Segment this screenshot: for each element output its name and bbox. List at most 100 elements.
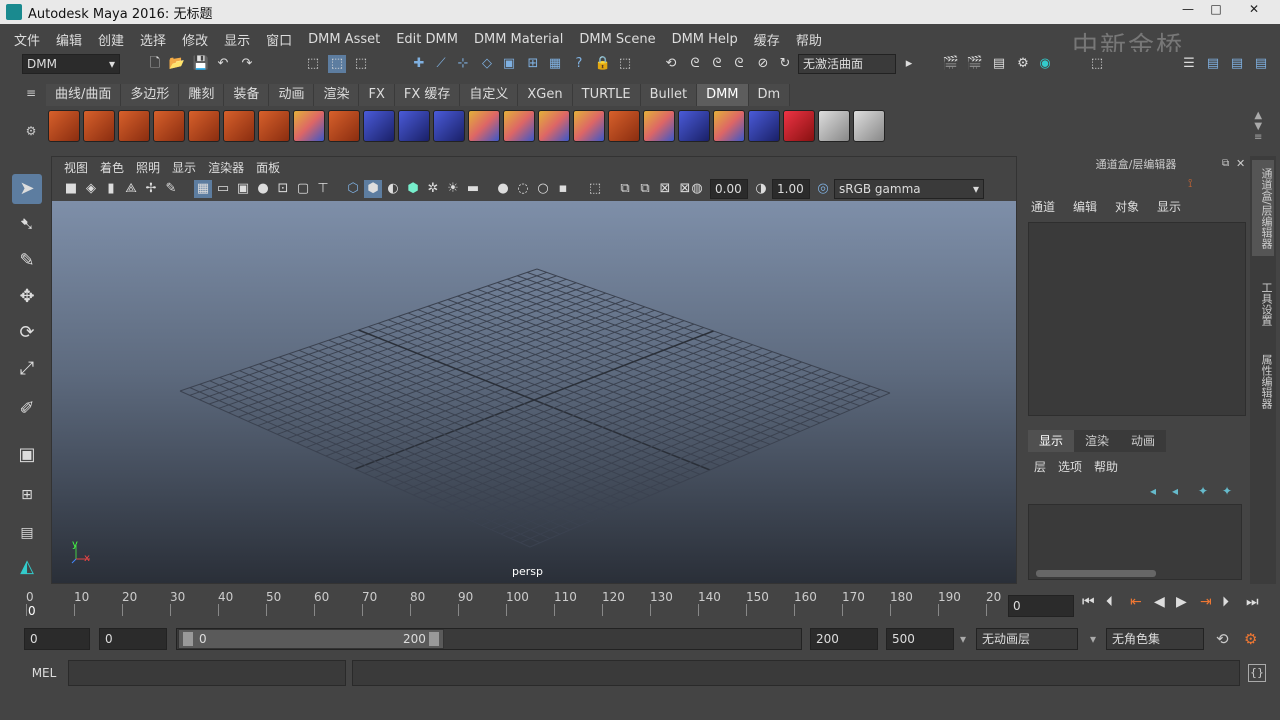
- dmm-shatter-icon[interactable]: [48, 110, 80, 142]
- tab-fx-cache[interactable]: FX 缓存: [394, 84, 461, 106]
- maximize-button[interactable]: □: [1202, 0, 1230, 20]
- tab-dm[interactable]: Dm: [748, 84, 791, 106]
- cb-menu-channels[interactable]: 通道: [1022, 198, 1064, 215]
- render-settings-icon[interactable]: ⚙: [1014, 55, 1032, 73]
- close-button[interactable]: ✕: [1234, 0, 1274, 20]
- viewport-scene[interactable]: y x persp: [52, 201, 1016, 583]
- mel-command-input[interactable]: [68, 660, 346, 686]
- gate-mask-icon[interactable]: ●: [254, 180, 272, 198]
- vp-menu-renderer[interactable]: 渲染器: [202, 159, 250, 176]
- dmm-gem-icon[interactable]: [223, 110, 255, 142]
- layer-menu-help[interactable]: 帮助: [1094, 458, 1124, 475]
- move-tool-icon[interactable]: ✥: [12, 282, 42, 312]
- cb-menu-object[interactable]: 对象: [1106, 198, 1148, 215]
- time-slider[interactable]: 0 10 20 30 40 50 60 70 80 90 100 110 120 130 140 150 160…: [22, 590, 1001, 620]
- tab-animation[interactable]: 动画: [269, 84, 315, 106]
- multisample-icon[interactable]: ⧉: [636, 180, 654, 198]
- playback-end-field[interactable]: 200: [810, 628, 878, 650]
- shelf-menu-icon[interactable]: ≡: [22, 86, 40, 106]
- lasso-plus-icon[interactable]: ᘓ: [708, 55, 726, 73]
- channel-box-area[interactable]: [1028, 222, 1246, 416]
- snap-grid-icon[interactable]: ✚: [410, 55, 428, 73]
- layer-list[interactable]: [1028, 504, 1242, 580]
- dmm-explode-icon[interactable]: [713, 110, 745, 142]
- dmm-ibeam-icon[interactable]: [258, 110, 290, 142]
- xray-icon[interactable]: ◌: [514, 180, 532, 198]
- lock-icon[interactable]: 🔒: [594, 55, 612, 73]
- dmm-diamond-icon[interactable]: [188, 110, 220, 142]
- last-tool-icon[interactable]: ✐: [12, 394, 42, 424]
- camera-attr-icon[interactable]: ◈: [82, 180, 100, 198]
- layer-tab-display[interactable]: 显示: [1028, 430, 1075, 452]
- close-panel-icon[interactable]: ✕: [1236, 157, 1245, 170]
- grease-pencil-icon[interactable]: ✎: [162, 180, 180, 198]
- animation-prefs-icon[interactable]: ⚙: [1244, 630, 1257, 648]
- menu-create[interactable]: 创建: [90, 30, 132, 49]
- step-forward-frame-icon[interactable]: ⏵: [1222, 594, 1229, 610]
- snap-curve-icon[interactable]: ⟋: [432, 55, 450, 73]
- magnet-icon[interactable]: ⊘: [754, 55, 772, 73]
- go-to-end-icon[interactable]: ⏭: [1246, 594, 1259, 610]
- tab-sculpting[interactable]: 雕刻: [179, 84, 225, 106]
- hypershade-icon[interactable]: ◉: [1036, 55, 1054, 73]
- playback-start-field[interactable]: 0: [99, 628, 167, 650]
- exposure-icon[interactable]: ◍: [688, 180, 706, 198]
- vp-menu-lighting[interactable]: 照明: [130, 159, 166, 176]
- rotate-tool-icon[interactable]: ⟳: [12, 318, 42, 348]
- image-plane-icon[interactable]: ⟁: [122, 180, 140, 198]
- dmm-cube-red-icon[interactable]: [293, 110, 325, 142]
- depth-of-field-icon[interactable]: ⊠: [656, 180, 674, 198]
- shadows-icon[interactable]: ☀: [444, 180, 462, 198]
- new-layer-icon[interactable]: ✦: [1198, 484, 1208, 498]
- vp-menu-view[interactable]: 视图: [58, 159, 94, 176]
- expand-arrow-icon[interactable]: ▸: [900, 55, 918, 73]
- layer-scrollbar[interactable]: [1036, 570, 1156, 577]
- menu-dmm-material[interactable]: DMM Material: [466, 32, 571, 47]
- menu-edit-dmm[interactable]: Edit DMM: [388, 32, 466, 47]
- redo-icon[interactable]: ↷: [238, 55, 256, 73]
- menu-modify[interactable]: 修改: [174, 30, 216, 49]
- dmm-box-mix-icon[interactable]: [503, 110, 535, 142]
- xray-joints-icon[interactable]: ○: [534, 180, 552, 198]
- tab-xgen[interactable]: XGen: [518, 84, 573, 106]
- auto-key-icon[interactable]: ⟲: [1216, 630, 1229, 648]
- cb-menu-edit[interactable]: 编辑: [1064, 198, 1106, 215]
- grid-icon[interactable]: ▦: [194, 180, 212, 198]
- resolution-gate-icon[interactable]: ▣: [234, 180, 252, 198]
- vp-menu-show[interactable]: 显示: [166, 159, 202, 176]
- layer-tab-anim[interactable]: 动画: [1120, 430, 1167, 452]
- paint-select-tool-icon[interactable]: ✎: [12, 246, 42, 276]
- render-current-icon[interactable]: 🎬: [966, 55, 984, 73]
- tab-rigging[interactable]: 装备: [224, 84, 270, 106]
- vp-menu-shading[interactable]: 着色: [94, 159, 130, 176]
- animation-start-field[interactable]: 0: [24, 628, 90, 650]
- dmm-box-green-icon[interactable]: [573, 110, 605, 142]
- menu-cache[interactable]: 缓存: [746, 30, 788, 49]
- gamma-field[interactable]: 1.00: [772, 179, 810, 199]
- anim-layer-dropdown[interactable]: 无动画层: [976, 628, 1078, 650]
- snap-surface-icon[interactable]: ▣: [500, 55, 518, 73]
- dmm-sphere-icon[interactable]: [83, 110, 115, 142]
- smooth-shade-icon[interactable]: ⬢: [364, 180, 382, 198]
- lasso-minus-icon[interactable]: ᘓ: [730, 55, 748, 73]
- script-editor-icon[interactable]: {}: [1248, 664, 1266, 682]
- shelf-scroll-icon[interactable]: ▲ ▼ ≡: [1254, 110, 1262, 143]
- film-gate-icon[interactable]: ▭: [214, 180, 232, 198]
- play-forwards-icon[interactable]: ▶: [1176, 594, 1187, 610]
- xray-components-icon[interactable]: ▪: [554, 180, 572, 198]
- layer-editor-toggle-icon[interactable]: ▤: [1252, 55, 1270, 73]
- side-tab-channel-box[interactable]: 通道盒/层编辑器: [1252, 160, 1274, 256]
- dmm-box-add-icon[interactable]: [538, 110, 570, 142]
- camera-icon[interactable]: ■: [62, 180, 80, 198]
- dmm-box-minus-icon[interactable]: [643, 110, 675, 142]
- dmm-table-icon[interactable]: [853, 110, 885, 142]
- isolate-icon[interactable]: ●: [494, 180, 512, 198]
- vp-menu-panels[interactable]: 面板: [250, 159, 286, 176]
- four-pane-layout-icon[interactable]: ⊞: [12, 480, 42, 510]
- render-view-icon[interactable]: 🎬: [942, 55, 960, 73]
- lasso-icon[interactable]: ᘓ: [686, 55, 704, 73]
- occlusion-icon[interactable]: ▬: [464, 180, 482, 198]
- outliner-layout-icon[interactable]: ▤: [12, 518, 42, 548]
- tab-curves-surfaces[interactable]: 曲线/曲面: [46, 84, 122, 106]
- open-scene-icon[interactable]: 📂: [168, 55, 186, 73]
